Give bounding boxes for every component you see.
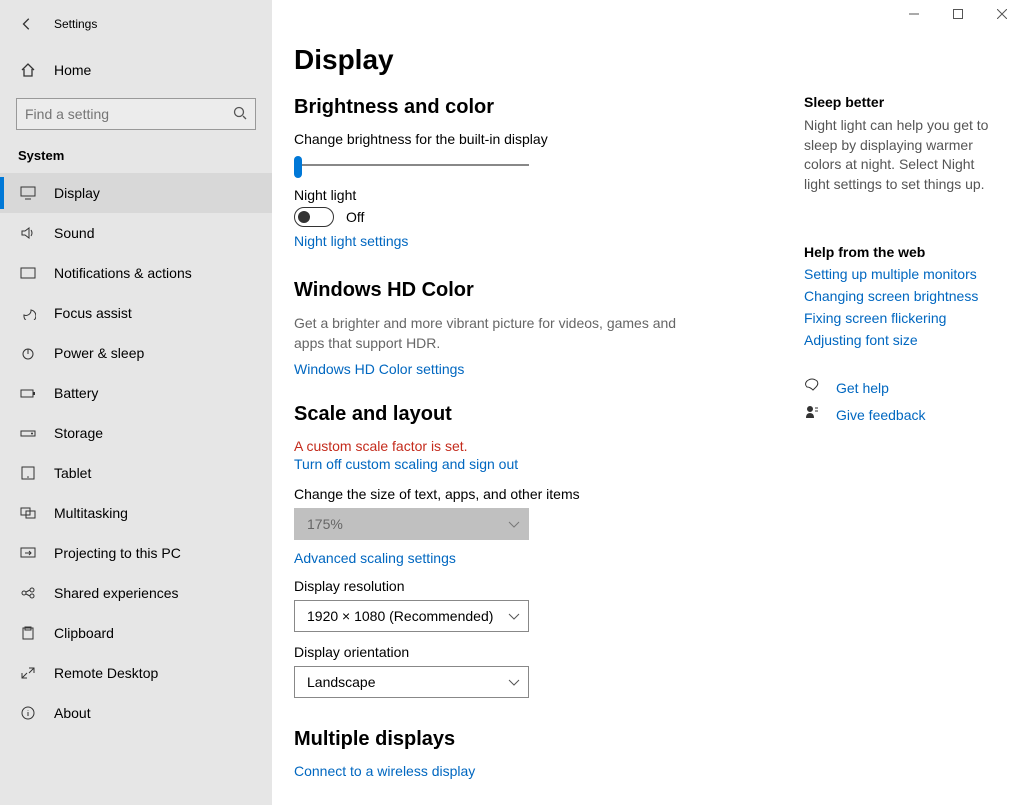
- focus-assist-icon: [18, 306, 38, 320]
- brightness-slider-label: Change brightness for the built-in displ…: [294, 131, 774, 147]
- back-button[interactable]: [12, 9, 42, 39]
- close-icon: [997, 9, 1007, 19]
- nav-label: Notifications & actions: [54, 265, 192, 281]
- brightness-slider[interactable]: [294, 153, 529, 177]
- sidebar-item-notifications[interactable]: Notifications & actions: [0, 253, 272, 293]
- advanced-scaling-link[interactable]: Advanced scaling settings: [294, 550, 774, 566]
- scale-heading: Scale and layout: [294, 403, 774, 426]
- nav-label: Storage: [54, 425, 103, 441]
- sidebar-item-power-sleep[interactable]: Power & sleep: [0, 333, 272, 373]
- hdcolor-heading: Windows HD Color: [294, 279, 774, 302]
- connect-wireless-link[interactable]: Connect to a wireless display: [294, 763, 774, 779]
- nav-label: Display: [54, 185, 100, 201]
- help-link-flicker[interactable]: Fixing screen flickering: [804, 310, 994, 326]
- close-button[interactable]: [980, 0, 1024, 28]
- minimize-button[interactable]: [892, 0, 936, 28]
- nav-label: Projecting to this PC: [54, 545, 181, 561]
- sidebar-item-projecting[interactable]: Projecting to this PC: [0, 533, 272, 573]
- chevron-down-icon: [508, 674, 520, 690]
- sidebar-item-shared-experiences[interactable]: Shared experiences: [0, 573, 272, 613]
- nav-label: Shared experiences: [54, 585, 179, 601]
- feedback-icon: [804, 405, 822, 424]
- orientation-label: Display orientation: [294, 644, 774, 660]
- search-input[interactable]: [16, 98, 256, 130]
- nav-label: Clipboard: [54, 625, 114, 641]
- home-icon: [18, 62, 38, 78]
- maximize-icon: [953, 9, 963, 19]
- brightness-heading: Brightness and color: [294, 96, 774, 119]
- resolution-value: 1920 × 1080 (Recommended): [307, 608, 493, 624]
- scale-warning: A custom scale factor is set.: [294, 438, 774, 454]
- text-size-select: 175%: [294, 508, 529, 540]
- sidebar-item-about[interactable]: About: [0, 693, 272, 733]
- multitasking-icon: [18, 506, 38, 520]
- shared-icon: [18, 586, 38, 600]
- nav-label: Focus assist: [54, 305, 132, 321]
- nav-label: About: [54, 705, 91, 721]
- help-from-web-heading: Help from the web: [804, 244, 994, 260]
- arrow-left-icon: [20, 17, 34, 31]
- display-icon: [18, 186, 38, 200]
- nav-label: Battery: [54, 385, 98, 401]
- tablet-icon: [18, 466, 38, 480]
- help-link-fontsize[interactable]: Adjusting font size: [804, 332, 994, 348]
- notifications-icon: [18, 266, 38, 280]
- sidebar-item-storage[interactable]: Storage: [0, 413, 272, 453]
- nightlight-label: Night light: [294, 187, 774, 203]
- power-icon: [18, 346, 38, 360]
- nav-label: Tablet: [54, 465, 91, 481]
- nightlight-state: Off: [346, 209, 364, 225]
- get-help-link[interactable]: Get help: [836, 380, 889, 396]
- projecting-icon: [18, 546, 38, 560]
- sidebar-item-tablet[interactable]: Tablet: [0, 453, 272, 493]
- maximize-button[interactable]: [936, 0, 980, 28]
- nav-label: Remote Desktop: [54, 665, 158, 681]
- minimize-icon: [909, 9, 919, 19]
- multiple-displays-heading: Multiple displays: [294, 728, 774, 751]
- battery-icon: [18, 386, 38, 400]
- give-feedback-link[interactable]: Give feedback: [836, 407, 926, 423]
- page-title: Display: [294, 44, 774, 76]
- sidebar-item-display[interactable]: Display: [0, 173, 272, 213]
- help-link-monitors[interactable]: Setting up multiple monitors: [804, 266, 994, 282]
- sound-icon: [18, 226, 38, 240]
- home-label: Home: [54, 62, 91, 78]
- sidebar-item-battery[interactable]: Battery: [0, 373, 272, 413]
- sidebar-item-focus-assist[interactable]: Focus assist: [0, 293, 272, 333]
- text-size-label: Change the size of text, apps, and other…: [294, 486, 774, 502]
- resolution-label: Display resolution: [294, 578, 774, 594]
- text-size-value: 175%: [307, 516, 343, 532]
- home-nav[interactable]: Home: [0, 50, 272, 90]
- turnoff-scaling-link[interactable]: Turn off custom scaling and sign out: [294, 456, 774, 472]
- sleep-better-heading: Sleep better: [804, 94, 994, 110]
- hdcolor-link[interactable]: Windows HD Color settings: [294, 361, 774, 377]
- orientation-select[interactable]: Landscape: [294, 666, 529, 698]
- sidebar-item-remote-desktop[interactable]: Remote Desktop: [0, 653, 272, 693]
- search-icon: [232, 105, 248, 124]
- category-label: System: [0, 140, 272, 173]
- sidebar-nav: Display Sound Notifications & actions Fo…: [0, 173, 272, 805]
- sidebar-item-multitasking[interactable]: Multitasking: [0, 493, 272, 533]
- nav-label: Multitasking: [54, 505, 128, 521]
- nightlight-toggle[interactable]: [294, 207, 334, 227]
- window-title: Settings: [54, 17, 97, 31]
- nightlight-settings-link[interactable]: Night light settings: [294, 233, 774, 249]
- nav-label: Sound: [54, 225, 94, 241]
- nav-label: Power & sleep: [54, 345, 144, 361]
- hdcolor-desc: Get a brighter and more vibrant picture …: [294, 314, 694, 353]
- help-link-brightness[interactable]: Changing screen brightness: [804, 288, 994, 304]
- chevron-down-icon: [508, 516, 520, 532]
- about-icon: [18, 706, 38, 720]
- orientation-value: Landscape: [307, 674, 376, 690]
- sleep-better-desc: Night light can help you get to sleep by…: [804, 116, 994, 194]
- sidebar-item-sound[interactable]: Sound: [0, 213, 272, 253]
- storage-icon: [18, 426, 38, 440]
- sidebar-item-clipboard[interactable]: Clipboard: [0, 613, 272, 653]
- chevron-down-icon: [508, 608, 520, 624]
- get-help-icon: [804, 378, 822, 397]
- resolution-select[interactable]: 1920 × 1080 (Recommended): [294, 600, 529, 632]
- remote-desktop-icon: [18, 666, 38, 680]
- clipboard-icon: [18, 626, 38, 640]
